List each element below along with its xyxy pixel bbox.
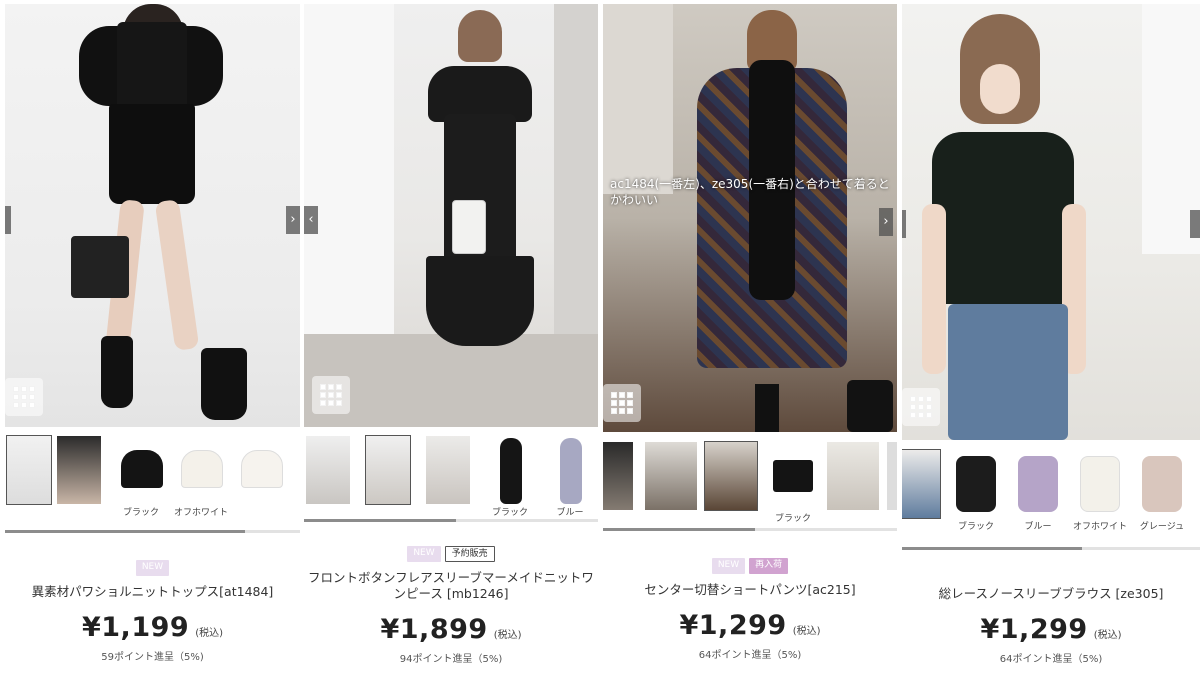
preorder-badge: 予約販売 bbox=[444, 546, 495, 562]
thumbnail[interactable] bbox=[57, 436, 101, 504]
chevron-right-icon[interactable]: › bbox=[286, 206, 300, 234]
product-info: NEW 異素材パワショルニットトップス[at1484] ¥1,199 (税込) … bbox=[5, 560, 300, 663]
thumbnail-scrollbar[interactable] bbox=[5, 530, 300, 533]
product-grid: › ブラック オフホワイト NEW 異素材パワショルニットトップス[at1484… bbox=[0, 0, 1200, 675]
chevron-right-icon[interactable] bbox=[1190, 210, 1200, 238]
thumbnail-scrollbar[interactable] bbox=[603, 528, 897, 531]
thumbnail[interactable] bbox=[365, 435, 411, 505]
thumbnail-color-label: ブラック bbox=[957, 522, 994, 532]
thumbnail[interactable] bbox=[6, 435, 52, 505]
product-card-3[interactable]: ac1484(一番左)、ze305(一番右)と合わせて着るとかわいい › ブラッ… bbox=[603, 0, 897, 675]
thumbnail-color-label: ブラック bbox=[774, 514, 811, 524]
grid-view-icon[interactable] bbox=[902, 388, 940, 426]
thumbnail-color-label: ブルー bbox=[556, 508, 584, 518]
thumbnail-color-label: ブラック bbox=[491, 508, 528, 518]
chevron-right-icon[interactable]: › bbox=[879, 208, 893, 236]
new-badge: NEW bbox=[135, 560, 170, 576]
thumbnail[interactable] bbox=[902, 449, 941, 519]
product-card-4[interactable]: ブラック ブルー オフホワイト グレージュ 総レースノースリーブブラウス [ze… bbox=[902, 0, 1200, 675]
product-name[interactable]: フロントボタンフレアスリーブマーメイドニットワンピース [mb1246] bbox=[304, 570, 598, 602]
thumbnail-color-label: ブラック bbox=[122, 508, 159, 518]
thumbnail-strip[interactable]: ブラック ブルー bbox=[304, 430, 598, 526]
grid-view-icon[interactable] bbox=[5, 378, 43, 416]
product-price: ¥1,299 bbox=[980, 614, 1088, 645]
product-main-image[interactable]: ac1484(一番左)、ze305(一番右)と合わせて着るとかわいい › bbox=[603, 4, 897, 432]
product-price: ¥1,299 bbox=[679, 610, 787, 641]
thumbnail[interactable] bbox=[426, 436, 470, 504]
thumbnail[interactable]: ブルー bbox=[1016, 450, 1060, 532]
product-main-image[interactable]: › bbox=[5, 4, 300, 427]
thumbnail[interactable]: ブラック bbox=[954, 450, 998, 532]
thumbnail[interactable] bbox=[887, 442, 897, 510]
grid-view-icon[interactable] bbox=[312, 376, 350, 414]
thumbnail-color-label: グレージュ bbox=[1139, 522, 1185, 532]
thumbnail[interactable]: ブラック bbox=[767, 442, 819, 524]
thumbnail-strip[interactable]: ブラック bbox=[603, 436, 897, 532]
grid-view-icon[interactable] bbox=[603, 384, 641, 422]
product-price: ¥1,899 bbox=[380, 614, 488, 645]
thumbnail[interactable]: オフホワイト bbox=[1073, 450, 1127, 532]
points-text: 59ポイント進呈（5%) bbox=[101, 652, 204, 663]
thumbnail[interactable]: ブラック bbox=[488, 436, 532, 518]
thumbnail-scrollbar[interactable] bbox=[304, 519, 598, 522]
thumbnail[interactable] bbox=[645, 442, 697, 510]
points-text: 64ポイント進呈（5%) bbox=[698, 650, 802, 661]
tax-label: (税込) bbox=[493, 630, 522, 641]
thumbnail[interactable]: オフホワイト bbox=[174, 436, 228, 518]
chevron-left-icon[interactable] bbox=[5, 206, 11, 234]
tax-label: (税込) bbox=[1093, 630, 1122, 641]
thumbnail[interactable] bbox=[704, 441, 758, 511]
image-caption: ac1484(一番左)、ze305(一番右)と合わせて着るとかわいい bbox=[610, 177, 890, 207]
thumbnail[interactable]: ブルー bbox=[548, 436, 592, 518]
product-name[interactable]: 異素材パワショルニットトップス[at1484] bbox=[5, 584, 300, 600]
product-info: NEW 予約販売 フロントボタンフレアスリーブマーメイドニットワンピース [mb… bbox=[304, 546, 598, 665]
product-card-1[interactable]: › ブラック オフホワイト NEW 異素材パワショルニットトップス[at1484… bbox=[5, 0, 300, 675]
points-text: 94ポイント進呈（5%) bbox=[399, 654, 503, 665]
product-main-image[interactable]: ‹ bbox=[304, 4, 598, 427]
product-info: 総レースノースリーブブラウス [ze305] ¥1,299 (税込) 64ポイン… bbox=[902, 562, 1200, 665]
new-badge: NEW bbox=[407, 546, 441, 562]
product-name[interactable]: 総レースノースリーブブラウス [ze305] bbox=[902, 586, 1200, 602]
new-badge: NEW bbox=[711, 558, 746, 574]
thumbnail[interactable] bbox=[603, 442, 633, 510]
thumbnail-scrollbar[interactable] bbox=[902, 547, 1200, 550]
thumbnail[interactable] bbox=[827, 442, 879, 510]
thumbnail[interactable] bbox=[239, 436, 283, 504]
thumbnail[interactable] bbox=[306, 436, 350, 504]
thumbnail-color-label: オフホワイト bbox=[173, 508, 228, 518]
thumbnail[interactable]: ブラック bbox=[119, 436, 163, 518]
tax-label: (税込) bbox=[792, 626, 821, 637]
thumbnail-strip[interactable]: ブラック オフホワイト bbox=[5, 430, 300, 526]
tax-label: (税込) bbox=[195, 628, 223, 639]
thumbnail[interactable]: グレージュ bbox=[1140, 450, 1184, 532]
product-price: ¥1,199 bbox=[81, 612, 190, 643]
thumbnail-color-label: ブルー bbox=[1024, 522, 1052, 532]
chevron-left-icon[interactable]: ‹ bbox=[304, 206, 318, 234]
product-card-2[interactable]: ‹ ブラック ブルー NEW 予約販売 フロントボタンフレアスリーブマーメイドニ… bbox=[304, 0, 598, 675]
product-main-image[interactable] bbox=[902, 4, 1200, 440]
product-name[interactable]: センター切替ショートパンツ[ac215] bbox=[603, 582, 897, 598]
product-info: NEW 再入荷 センター切替ショートパンツ[ac215] ¥1,299 (税込)… bbox=[603, 558, 897, 661]
thumbnail-strip[interactable]: ブラック ブルー オフホワイト グレージュ bbox=[902, 444, 1200, 540]
thumbnail-color-label: オフホワイト bbox=[1072, 522, 1127, 532]
chevron-left-icon[interactable] bbox=[902, 210, 906, 238]
points-text: 64ポイント進呈（5%) bbox=[999, 654, 1103, 665]
restock-badge: 再入荷 bbox=[749, 558, 789, 574]
